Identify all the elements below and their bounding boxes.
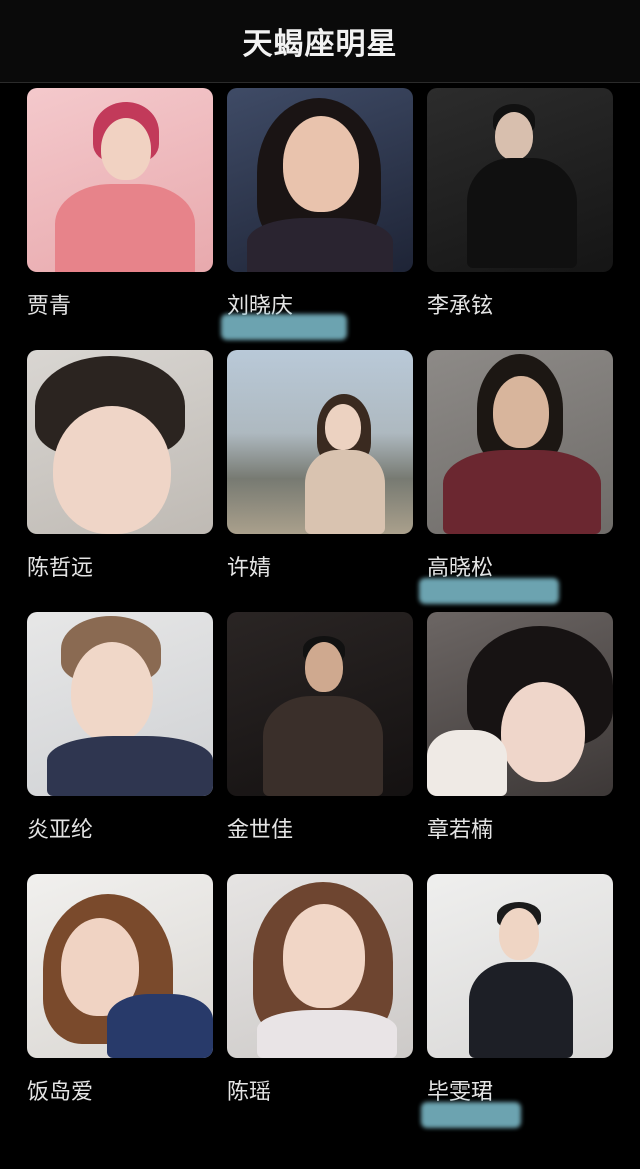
celebrity-photo [227,88,413,272]
celebrity-name: 金世佳 [227,818,294,843]
celebrity-name: 炎亚纶 [27,818,94,843]
redaction-mark [419,578,559,604]
page-title: 天蝎座明星 [242,27,398,62]
redaction-mark [221,314,347,340]
celebrity-photo [27,350,213,534]
celebrity-photo [427,350,613,534]
celebrity-name: 许婧 [227,556,272,581]
celebrity-photo [427,874,613,1058]
celebrity-name: 陈哲远 [27,556,94,581]
celebrity-photo [27,612,213,796]
celebrity-card[interactable]: 金世佳 [227,612,417,843]
celebrity-name: 饭岛爱 [27,1080,94,1105]
celebrity-card[interactable]: 炎亚纶 [27,612,217,843]
celebrity-photo [27,88,213,272]
celebrity-card[interactable]: 刘晓庆 [221,88,417,340]
celebrity-card[interactable]: 李承铉 [427,88,617,319]
celebrity-card[interactable]: 章若楠 [427,612,617,843]
celebrity-photo [227,350,413,534]
celebrity-card[interactable]: 陈哲远 [27,350,217,581]
celebrity-name: 贾青 [27,294,72,319]
celebrity-grid: 贾青 刘晓庆 李承铉 陈哲远 许婧 高晓松 炎亚纶 金世佳 章若楠 饭岛爱 陈瑶… [0,82,640,1169]
celebrity-photo [27,874,213,1058]
celebrity-photo [427,88,613,272]
celebrity-card[interactable]: 贾青 [27,88,217,319]
celebrity-card[interactable]: 高晓松 [419,350,617,604]
celebrity-card[interactable]: 陈瑶 [227,874,417,1105]
celebrity-photo [227,612,413,796]
redaction-mark [421,1102,521,1128]
celebrity-card[interactable]: 饭岛爱 [27,874,217,1105]
title-bar: 天蝎座明星 [0,0,640,83]
celebrity-card[interactable]: 毕雯珺 [421,874,617,1128]
celebrity-name: 陈瑶 [227,1080,272,1105]
celebrity-name: 李承铉 [427,294,494,319]
celebrity-photo [427,612,613,796]
celebrity-card[interactable]: 许婧 [227,350,417,581]
celebrity-name: 章若楠 [427,818,494,843]
celebrity-photo [227,874,413,1058]
